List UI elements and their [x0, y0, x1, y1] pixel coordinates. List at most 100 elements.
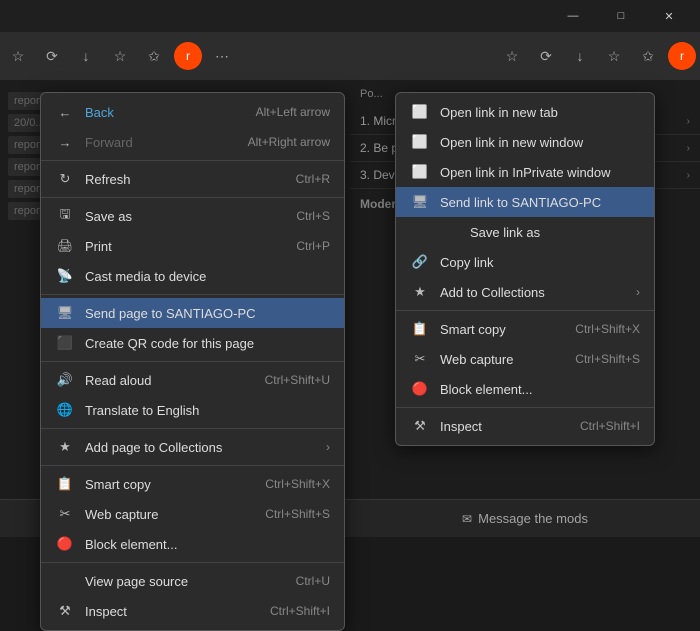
menu-item-viewsource[interactable]: View page source Ctrl+U	[41, 566, 344, 596]
print-icon: 🖨	[55, 236, 75, 256]
menu-separator	[41, 465, 344, 466]
opennewwin-icon: ⬜	[410, 132, 430, 152]
forward-toolbar-icon[interactable]: ⟳	[38, 42, 66, 70]
message-mods-label-right: Message the mods	[478, 511, 588, 526]
savelink-icon	[440, 222, 460, 242]
viewsource-label: View page source	[85, 574, 276, 589]
back-label: Back	[85, 105, 236, 120]
addcollections-label: Add to Collections	[440, 285, 636, 300]
readaloud-label: Read aloud	[85, 373, 245, 388]
menu-separator	[41, 294, 344, 295]
back-shortcut: Alt+Left arrow	[256, 105, 330, 119]
menu-item-addcollections[interactable]: ★ Add to Collections›	[396, 277, 654, 307]
profile-avatar[interactable]: r	[668, 42, 696, 70]
chevron-icon: ›	[687, 170, 690, 181]
refresh-toolbar-icon[interactable]: ↓	[72, 42, 100, 70]
refresh-icon: ↻	[55, 169, 75, 189]
refresh-label: Refresh	[85, 172, 276, 187]
smartcopy-icon: 📋	[410, 319, 430, 339]
menu-item-saveas[interactable]: 🖫Save asCtrl+S	[41, 201, 344, 231]
maximize-button[interactable]: □	[598, 0, 644, 32]
readaloud-icon: 🔊	[55, 370, 75, 390]
cast-icon: 📡	[55, 266, 75, 286]
opennewwin-label: Open link in new window	[440, 135, 640, 150]
menu-item-sendlink[interactable]: 🖥 Send link to SANTIAGO-PC	[396, 187, 654, 217]
title-bar: — □ ✕	[0, 0, 700, 32]
menu-item-addcollections[interactable]: ★Add page to Collections›	[41, 432, 344, 462]
cast-label: Cast media to device	[85, 269, 330, 284]
forward-shortcut: Alt+Right arrow	[248, 135, 330, 149]
menu-item-print[interactable]: 🖨PrintCtrl+P	[41, 231, 344, 261]
saveas-icon: 🖫	[55, 206, 75, 226]
block-label: Block element...	[85, 537, 330, 552]
menu-item-opennewwin[interactable]: ⬜ Open link in new window	[396, 127, 654, 157]
minimize-button[interactable]: —	[550, 0, 596, 32]
context-menu-right: ⬜Open link in new tab⬜Open link in new w…	[395, 92, 655, 446]
menu-item-savelink[interactable]: Save link as	[396, 217, 654, 247]
menu-item-inspect[interactable]: ⚒InspectCtrl+Shift+I	[41, 596, 344, 626]
download-toolbar-icon[interactable]: ↓	[566, 42, 594, 70]
smartcopy-label: Smart copy	[85, 477, 245, 492]
menu-item-opennewtab[interactable]: ⬜Open link in new tab	[396, 97, 654, 127]
openinprivate-icon: ⬜	[410, 162, 430, 182]
refresh-shortcut: Ctrl+R	[296, 172, 330, 186]
sendlink-label: Send link to SANTIAGO-PC	[440, 195, 640, 210]
webcapture-icon: ✂	[55, 504, 75, 524]
menu-item-block[interactable]: 🔴Block element...	[396, 374, 654, 404]
menu-item-openinprivate[interactable]: ⬜Open link in InPrivate window	[396, 157, 654, 187]
qrcode-label: Create QR code for this page	[85, 336, 330, 351]
webcapture-shortcut: Ctrl+Shift+S	[265, 507, 330, 521]
smartcopy-icon: 📋	[55, 474, 75, 494]
home-toolbar-icon[interactable]: ☆	[106, 42, 134, 70]
menu-item-sendpage[interactable]: 🖥Send page to SANTIAGO-PC	[41, 298, 344, 328]
menu-item-back[interactable]: ←BackAlt+Left arrow	[41, 97, 344, 127]
favicon-icon: r	[174, 42, 202, 70]
menu-item-webcapture[interactable]: ✂Web captureCtrl+Shift+S	[41, 499, 344, 529]
menu-separator	[41, 361, 344, 362]
message-mods-btn-right[interactable]: ✉ Message the mods	[350, 499, 700, 537]
history-toolbar-icon[interactable]: ✩	[140, 42, 168, 70]
collections-toolbar-icon[interactable]: ⟳	[532, 42, 560, 70]
opennewtab-label: Open link in new tab	[440, 105, 640, 120]
sendlink-icon: 🖥	[410, 192, 430, 212]
menu-item-cast[interactable]: 📡 Cast media to device	[41, 261, 344, 291]
addcollections-arrow: ›	[636, 285, 640, 299]
menu-item-copylink[interactable]: 🔗Copy link	[396, 247, 654, 277]
addcollections-label: Add page to Collections	[85, 440, 326, 455]
saveas-label: Save as	[85, 209, 276, 224]
menu-item-readaloud[interactable]: 🔊Read aloudCtrl+Shift+U	[41, 365, 344, 395]
inspect-label: Inspect	[440, 419, 560, 434]
menu-item-qrcode[interactable]: ⬛Create QR code for this page	[41, 328, 344, 358]
smartcopy-shortcut: Ctrl+Shift+X	[265, 477, 330, 491]
close-button[interactable]: ✕	[646, 0, 692, 32]
menu-item-refresh[interactable]: ↻ Refresh Ctrl+R	[41, 164, 344, 194]
addcollections-icon: ★	[410, 282, 430, 302]
translate-label: Translate to English	[85, 403, 330, 418]
inspect-icon: ⚒	[410, 416, 430, 436]
menu-item-webcapture[interactable]: ✂Web captureCtrl+Shift+S	[396, 344, 654, 374]
more-toolbar-icon[interactable]: ⋯	[208, 42, 236, 70]
menu-item-block[interactable]: 🔴 Block element...	[41, 529, 344, 559]
block-label: Block element...	[440, 382, 640, 397]
viewsource-shortcut: Ctrl+U	[296, 574, 330, 588]
block-icon: 🔴	[55, 534, 75, 554]
print-label: Print	[85, 239, 276, 254]
menu-item-translate[interactable]: 🌐Translate to English	[41, 395, 344, 425]
menu-item-smartcopy[interactable]: 📋 Smart copy Ctrl+Shift+X	[41, 469, 344, 499]
menu-item-smartcopy[interactable]: 📋Smart copyCtrl+Shift+X	[396, 314, 654, 344]
back-toolbar-icon[interactable]: ☆	[4, 42, 32, 70]
sendpage-label: Send page to SANTIAGO-PC	[85, 306, 330, 321]
menu-separator	[41, 197, 344, 198]
fav-toolbar-icon[interactable]: ☆	[498, 42, 526, 70]
menu-item-inspect[interactable]: ⚒ Inspect Ctrl+Shift+I	[396, 411, 654, 441]
webcapture-label: Web capture	[440, 352, 555, 367]
share-toolbar-icon[interactable]: ✩	[634, 42, 662, 70]
ext-toolbar-icon[interactable]: ☆	[600, 42, 628, 70]
menu-separator	[41, 428, 344, 429]
content-area: report 20/0... report report report repo…	[0, 80, 700, 537]
inspect-shortcut: Ctrl+Shift+I	[580, 419, 640, 433]
inspect-icon: ⚒	[55, 601, 75, 621]
menu-item-forward[interactable]: →ForwardAlt+Right arrow	[41, 127, 344, 157]
addcollections-arrow: ›	[326, 440, 330, 454]
menu-separator	[41, 160, 344, 161]
